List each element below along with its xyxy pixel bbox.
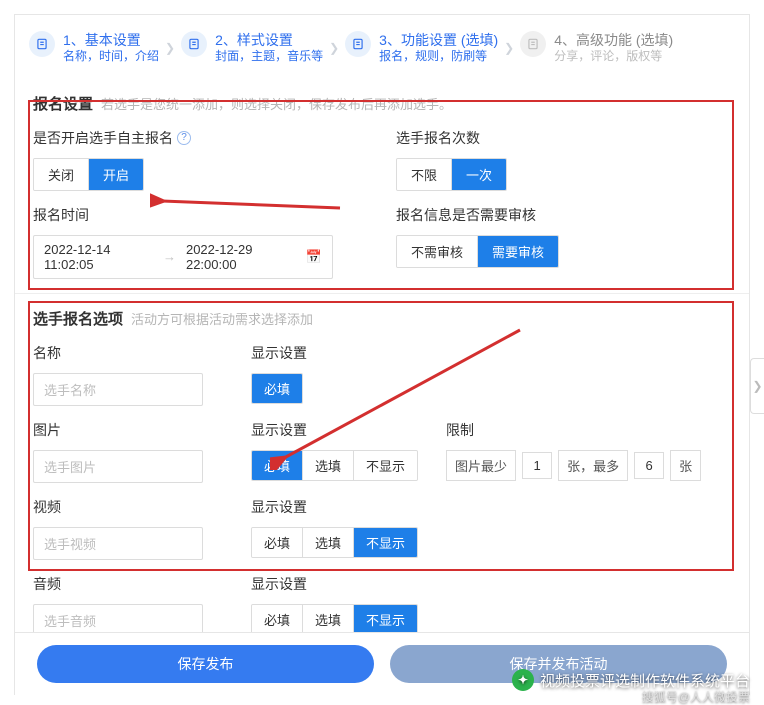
chevron-right-icon: ❯ (165, 41, 175, 55)
display-label: 显示设置 (251, 420, 418, 440)
step-sub: 分享，评论，版权等 (554, 49, 673, 65)
field-pic-input[interactable]: 选手图片 (33, 450, 203, 483)
step-sub: 名称，时间，介绍 (63, 49, 159, 65)
note-icon (345, 31, 371, 57)
wizard-steps: 1、基本设置 名称，时间，介绍 ❯ 2、样式设置 封面，主题，音乐等 ❯ 3、功… (15, 15, 749, 79)
watermark-sub: 搜狐号@人人微投票 (642, 688, 750, 705)
registration-section: 报名设置 若选手是您统一添加，则选择关闭，保存发布后再添加选手。 是否开启选手自… (15, 79, 749, 651)
required-button[interactable]: 必填 (252, 374, 302, 403)
reg-times-unlimited[interactable]: 不限 (397, 159, 451, 190)
required-button[interactable]: 必填 (252, 451, 302, 480)
step-sub: 封面，主题，音乐等 (215, 49, 323, 65)
optional-button[interactable]: 选填 (302, 451, 353, 480)
self-reg-toggle[interactable]: 关闭 开启 (33, 158, 144, 191)
step-basic[interactable]: 1、基本设置 名称，时间，介绍 (29, 31, 159, 65)
hidden-button[interactable]: 不显示 (353, 528, 417, 557)
self-reg-off[interactable]: 关闭 (34, 159, 88, 190)
optional-button[interactable]: 选填 (302, 605, 353, 634)
side-expand-tab[interactable]: ❯ (750, 358, 764, 414)
audio-display[interactable]: 必填 选填 不显示 (251, 604, 418, 635)
note-icon (29, 31, 55, 57)
limit-max-input[interactable]: 6 (634, 452, 664, 479)
audit-no[interactable]: 不需审核 (397, 236, 477, 267)
calendar-icon: 📅 (306, 249, 322, 265)
hidden-button[interactable]: 不显示 (353, 605, 417, 634)
step-title: 3、功能设置 (选填) (379, 31, 498, 49)
step-title: 2、样式设置 (215, 31, 323, 49)
wechat-icon: ✦ (512, 669, 534, 691)
field-name-label: 名称 (33, 343, 223, 363)
video-display[interactable]: 必填 选填 不显示 (251, 527, 418, 558)
step-style[interactable]: 2、样式设置 封面，主题，音乐等 (181, 31, 323, 65)
arrow-right-icon: → (163, 249, 176, 264)
reg-date-range[interactable]: 2022-12-14 11:02:05 → 2022-12-29 22:00:0… (33, 235, 333, 279)
display-label: 显示设置 (251, 343, 307, 363)
section-hint: 活动方可根据活动需求选择添加 (131, 309, 313, 328)
reg-times-toggle[interactable]: 不限 一次 (396, 158, 507, 191)
field-pic-label: 图片 (33, 420, 223, 440)
hidden-button[interactable]: 不显示 (353, 451, 417, 480)
step-title: 4、高级功能 (选填) (554, 31, 673, 49)
limit-min-input[interactable]: 1 (522, 452, 552, 479)
save-publish-button[interactable]: 保存发布 (37, 645, 374, 683)
section-title: 报名设置 (33, 93, 93, 114)
field-name-input[interactable]: 选手名称 (33, 373, 203, 406)
name-display[interactable]: 必填 (251, 373, 303, 404)
reg-time-label: 报名时间 (33, 205, 368, 225)
self-reg-label: 是否开启选手自主报名 ? (33, 128, 368, 148)
chevron-right-icon: ❯ (329, 41, 339, 55)
self-reg-on[interactable]: 开启 (88, 159, 143, 190)
limit-mid-label: 张，最多 (558, 450, 628, 481)
chevron-right-icon: ❯ (504, 41, 514, 55)
required-button[interactable]: 必填 (252, 528, 302, 557)
reg-date-end: 2022-12-29 22:00:00 (186, 242, 296, 272)
section-hint: 若选手是您统一添加，则选择关闭，保存发布后再添加选手。 (101, 94, 452, 113)
pic-display[interactable]: 必填 选填 不显示 (251, 450, 418, 481)
audit-yes[interactable]: 需要审核 (477, 236, 558, 267)
help-icon[interactable]: ? (177, 131, 191, 145)
step-sub: 报名，规则，防刷等 (379, 49, 498, 65)
display-label: 显示设置 (251, 497, 418, 517)
optional-button[interactable]: 选填 (302, 528, 353, 557)
reg-times-label: 选手报名次数 (396, 128, 731, 148)
required-button[interactable]: 必填 (252, 605, 302, 634)
note-icon (181, 31, 207, 57)
field-video-label: 视频 (33, 497, 223, 517)
field-video-input[interactable]: 选手视频 (33, 527, 203, 560)
reg-date-start: 2022-12-14 11:02:05 (44, 242, 153, 272)
limit-min-label: 图片最少 (446, 450, 516, 481)
limit-end-label: 张 (670, 450, 701, 481)
pic-limit: 图片最少 1 张，最多 6 张 (446, 450, 701, 481)
audit-toggle[interactable]: 不需审核 需要审核 (396, 235, 559, 268)
display-label: 显示设置 (251, 574, 418, 594)
audit-label: 报名信息是否需要审核 (396, 205, 731, 225)
section-title: 选手报名选项 (33, 308, 123, 329)
field-audio-label: 音频 (33, 574, 223, 594)
step-advanced[interactable]: 4、高级功能 (选填) 分享，评论，版权等 (520, 31, 673, 65)
step-title: 1、基本设置 (63, 31, 159, 49)
limit-label: 限制 (446, 420, 701, 440)
step-features[interactable]: 3、功能设置 (选填) 报名，规则，防刷等 (345, 31, 498, 65)
reg-times-once[interactable]: 一次 (451, 159, 506, 190)
note-icon (520, 31, 546, 57)
